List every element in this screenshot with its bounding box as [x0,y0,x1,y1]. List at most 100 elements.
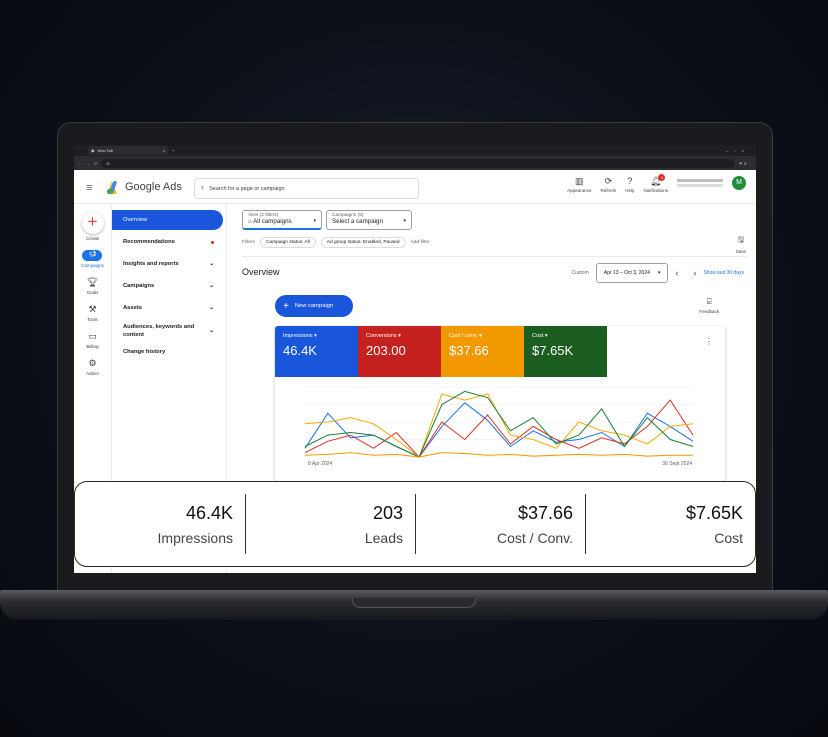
nav-item-recommendations[interactable]: Recommendations [112,232,223,252]
rail-campaigns[interactable]: 📢︎ Campaigns [81,250,104,268]
stat-label: Leads [364,529,403,546]
rail-campaigns-label: Campaigns [81,263,104,268]
notification-badge: 1 [658,174,666,181]
reload-icon[interactable]: ⟳ [94,161,97,166]
stat-label: Impressions [157,529,233,546]
dropdown-arrow-icon: ▾ [403,218,406,224]
tab-close-icon[interactable]: × [163,148,165,153]
nav-item-overview[interactable]: Overview [112,210,223,230]
save-button[interactable]: 🖫︎ Save [736,234,746,254]
nav-item-insights[interactable]: Insights and reports ⌄ [112,254,223,274]
search-input[interactable]: ⌕ Search for a page or campaign [194,178,419,199]
nav-item-change-history[interactable]: Change history [112,342,223,362]
chevron-right-icon[interactable]: › [693,268,696,278]
nav-item-label: Insights and reports [123,261,179,267]
campaign-filter-value: Select a campaign [332,218,383,225]
add-filter-button[interactable]: Add filter [411,240,430,245]
view-filter-dropdown[interactable]: View (2 filters) ⌂ All campaigns ▾ [242,210,322,230]
tab-title: New Tab [97,148,114,153]
app-bar: ≡ Google Ads ⌕ Search for a page or camp… [74,170,756,204]
series-line-1 [304,399,694,458]
rail-goals[interactable]: 🏆︎ Goals [87,277,99,295]
stat-label: Cost / Conv. [497,529,573,546]
filter-chip-ad-group-status[interactable]: Ad group status: Enabled, Paused [320,237,406,248]
notifications-button[interactable]: 🔔︎ 1 Notifications [643,174,668,193]
view-filter-value: All campaigns [253,218,292,225]
stat-impressions: 46.4K Impressions [75,494,245,554]
extensions-icon[interactable]: ⚑ ⬇ ⋮ [739,161,752,166]
chevron-down-icon: ⌄ [209,305,214,311]
metric-cost-per-conv[interactable]: Cost / conv. ▾ $37.66 [441,326,524,377]
chevron-down-icon: ⌄ [209,328,214,334]
metric-label: Impressions ▾ [283,333,317,339]
google-ads-logo-icon [107,180,121,194]
menu-icon[interactable]: ≡ [86,182,92,194]
stat-cost: $7.65K Cost [585,494,755,554]
create-plus-icon: + [81,212,104,234]
rail-admin[interactable]: ⚙ Admin [86,358,99,376]
google-ads-logo[interactable]: Google Ads [107,180,182,194]
new-tab-icon[interactable]: + [172,148,174,153]
chart-gridlines [305,386,693,458]
address-field[interactable]: G [101,158,735,168]
metric-impressions[interactable]: Impressions ▾ 46.4K [275,326,358,377]
metric-value: 203.00 [366,343,406,358]
date-range-picker[interactable]: Apr 13 – Oct 3, 2024 ▾ [595,263,669,283]
plus-icon: + [283,300,289,312]
nav-item-audiences[interactable]: Audiences, keywords and content ⌄ [112,318,223,344]
forward-icon[interactable]: → [86,161,90,166]
search-placeholder: Search for a page or campaign [209,185,285,192]
tools-icon: ⚒ [88,304,97,314]
nav-item-label: Assets [123,305,143,311]
show-last-30-days-link[interactable]: Show last 30 days [703,270,744,276]
campaign-filter-dropdown[interactable]: Campaigns (5) Select a campaign ▾ [326,210,412,230]
address-text: G [106,160,110,166]
appearance-button[interactable]: ▥ Appearance [567,176,591,193]
rail-tools[interactable]: ⚒ Tools [87,304,98,322]
feedback-button[interactable]: ⌸ Feedback [699,297,719,314]
help-button[interactable]: ? Help [625,176,634,193]
browser-tab-bar: ◉ New Tab × + –▫× [74,145,756,156]
stat-value: 46.4K [185,502,233,523]
metric-label: Conversions ▾ [366,333,401,339]
page-title: Overview [242,267,280,277]
filter-chip-campaign-status[interactable]: Campaign status: All [260,237,316,248]
back-icon[interactable]: ← [78,161,82,166]
chevron-left-icon[interactable]: ‹ [675,268,678,278]
metric-conversions[interactable]: Conversions ▾ 203.00 [358,326,441,377]
browser-url-bar: ← → ⟳ G ⚑ ⬇ ⋮ [74,156,756,170]
browser-tab[interactable]: ◉ New Tab × [88,146,168,155]
nav-item-label: Campaigns [123,283,155,289]
save-label: Save [735,249,746,254]
metric-cost[interactable]: Cost ▾ $7.65K [524,326,607,377]
rail-admin-label: Admin [86,371,99,376]
window-controls[interactable]: –▫× [726,148,750,153]
date-controls: Custom Apr 13 – Oct 3, 2024 ▾ ‹ › Show la… [572,263,744,283]
date-range-value: Apr 13 – Oct 3, 2024 [603,270,650,276]
metric-value: 46.4K [283,343,317,358]
new-campaign-button[interactable]: + New campaign [275,295,353,317]
gear-icon: ⚙ [88,358,97,368]
account-info [677,179,723,187]
nav-item-campaigns[interactable]: Campaigns ⌄ [112,276,223,296]
rail-billing[interactable]: ▭ Billing [86,331,98,349]
nav-item-assets[interactable]: Assets ⌄ [112,298,223,318]
more-vert-icon[interactable]: ⋮ [705,337,713,346]
rail-billing-label: Billing [86,344,99,349]
dropdown-arrow-icon: ▾ [657,270,661,276]
stat-cost-per-conv: $37.66 Cost / Conv. [415,494,585,554]
divider [242,256,747,257]
rail-tools-label: Tools [87,317,98,322]
trophy-icon: 🏆︎ [86,277,99,287]
x-label-end: 30 Sept 2024 [662,461,692,467]
chevron-down-icon: ⌄ [209,283,214,289]
top-actions: ▥ Appearance ⟳ Refresh ? Help 🔔︎ 1 Notificati… [567,174,746,193]
refresh-label: Refresh [600,188,617,193]
avatar[interactable]: M [732,176,746,190]
chart-series [304,390,694,458]
new-campaign-label: New campaign [294,303,334,309]
rail-create[interactable]: + Create [81,212,104,241]
performance-line-chart: 8 Apr 2024 30 Sept 2024 [304,386,694,467]
refresh-button[interactable]: ⟳ Refresh [600,176,616,193]
notification-dot [211,240,214,244]
